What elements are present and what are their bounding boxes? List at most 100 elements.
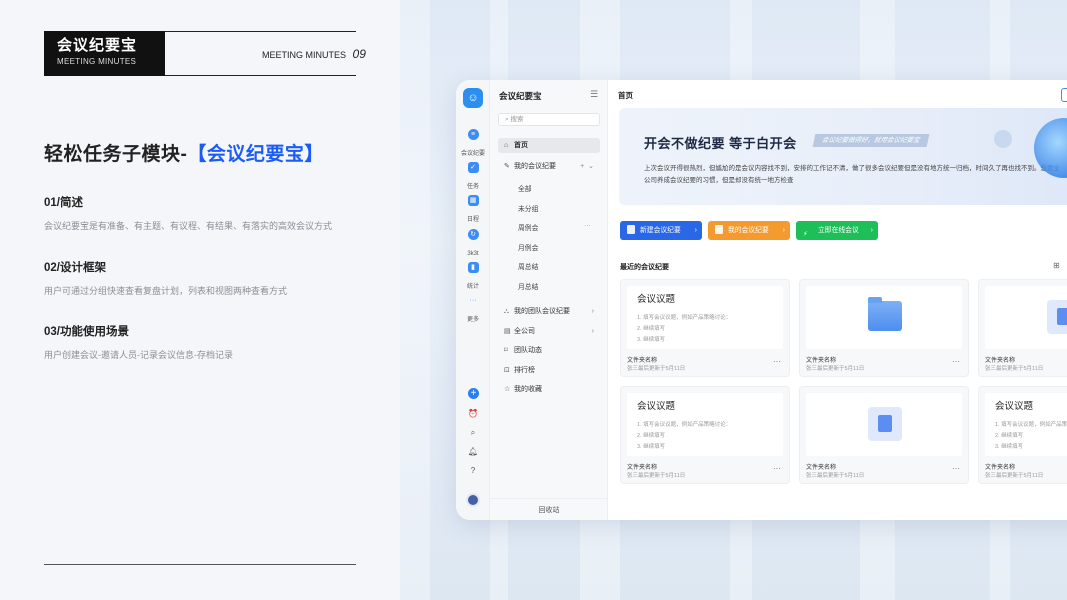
search-input[interactable]: ⌕ 搜索 — [498, 113, 600, 126]
nav-sub-monthly-summary[interactable]: 月总结 — [518, 281, 538, 291]
rail-label: 3k3t — [467, 251, 479, 257]
folder-card[interactable]: 文件夹名称 张三最后更新于5月11日 ··· — [799, 279, 969, 377]
document-icon — [627, 224, 635, 234]
more-icon: ··· — [469, 297, 477, 304]
button-label: 立即在线会议 — [818, 227, 859, 234]
bell-icon[interactable]: 🔔︎ — [456, 447, 490, 456]
add-group-icon[interactable]: + ⌄ — [580, 159, 594, 174]
recent-section-title: 最近的会议纪要 — [620, 264, 669, 271]
card-preview: 会议议题 1. 填写会议议题，例如产品策略讨论： 2. 继续填写 3. 继续填写 — [627, 286, 783, 349]
nav-item-company[interactable]: ▤ 全公司 › — [498, 324, 600, 339]
card-line: 1. 填写会议议题，例如产品策略讨论： — [637, 422, 732, 428]
header-label: MEETING MINUTES 09 — [262, 47, 366, 61]
meeting-card[interactable]: 会议议题 1. 填写会议议题，例如产品策略讨论： 2. 继续填写 3. 继续填写… — [978, 386, 1067, 484]
card-line: 2. 继续填写 — [995, 433, 1024, 439]
nav-item-team-activity[interactable]: ⌑ 团队动态 — [498, 343, 600, 358]
card-meta: 张三最后更新于5月11日 — [806, 473, 865, 479]
page-title-highlight: 【会议纪要宝】 — [187, 144, 324, 165]
ranking-icon: ⊡ — [504, 367, 510, 374]
section-desc: 用户可通过分组快速查看复盘计划，列表和视图两种查看方式 — [44, 286, 288, 296]
document-card[interactable]: 文件夹名称 张三最后更新于5月11日 ··· — [799, 386, 969, 484]
nav-item-ranking[interactable]: ⊡ 排行榜 — [498, 363, 600, 378]
nav-sub-weekly-summary[interactable]: 周总结 — [518, 261, 538, 271]
alarm-icon[interactable]: ⏰ — [456, 409, 490, 418]
search-icon[interactable]: ⌕ — [456, 428, 490, 438]
nav-sub-ungrouped[interactable]: 未分组 — [518, 203, 538, 213]
card-meta: 张三最后更新于5月11日 — [627, 473, 686, 479]
add-icon[interactable]: + — [468, 388, 479, 399]
nav-item-label: 团队动态 — [514, 347, 542, 354]
edit-icon: ✎ — [504, 163, 510, 170]
nav-item-favorites[interactable]: ☆ 我的收藏 — [498, 382, 600, 397]
stats-icon: ▮ — [467, 262, 479, 273]
new-meeting-button[interactable]: 新建会议纪要 › — [620, 221, 702, 240]
section-desc: 用户创建会议-邀请人员-记录会议信息-存档记录 — [44, 350, 233, 360]
top-action-button[interactable] — [1061, 88, 1067, 102]
rail-item-stats[interactable]: ▮ 统计 — [456, 262, 490, 293]
document-card[interactable]: 文件夹名称 张三最后更新于5月11日 ··· — [978, 279, 1067, 377]
card-preview: 会议议题 1. 填写会议议题，例如产品策略讨论： 2. 继续填写 3. 继续填写 — [985, 393, 1067, 456]
card-name: 文件夹名称 — [806, 465, 837, 471]
avatar[interactable] — [466, 493, 480, 507]
rail-label: 日程 — [466, 217, 479, 223]
online-meeting-button[interactable]: ⚡︎ 立即在线会议 › — [796, 221, 878, 240]
page-title: 轻松任务子模块-【会议纪要宝】 — [44, 139, 324, 166]
rail-item-meeting[interactable]: ≡ 会议纪要 — [456, 129, 490, 160]
more-dots-icon[interactable]: ··· — [952, 357, 960, 366]
rail-item-calendar[interactable]: ▦ 日程 — [456, 195, 490, 226]
app-logo-icon: ☺ — [463, 88, 483, 108]
more-dots-icon[interactable]: ··· — [584, 222, 591, 229]
rail-label: 更多 — [466, 317, 479, 323]
rail-item-more[interactable]: ··· 更多 — [456, 295, 490, 326]
rail-item-3k3t[interactable]: ↻ 3k3t — [456, 229, 490, 260]
card-meta: 张三最后更新于5月11日 — [806, 366, 865, 372]
main-content: 首页 开会不做纪要 等于白开会 会议纪要做得好，就用会议纪要宝 上次会议开得很热… — [608, 80, 1067, 520]
nav-sub-all[interactable]: 全部 — [518, 183, 532, 193]
card-line: 3. 继续填写 — [637, 337, 666, 343]
recycle-bin-link[interactable]: 回收站 — [490, 498, 608, 515]
card-line: 3. 继续填写 — [995, 444, 1024, 450]
more-dots-icon[interactable]: ··· — [773, 357, 781, 366]
brand-subtitle: MEETING MINUTES — [57, 57, 137, 66]
team-icon: ⛬ — [504, 308, 509, 315]
meeting-card[interactable]: 会议议题 1. 填写会议议题，例如产品策略讨论： 2. 继续填写 3. 继续填写… — [620, 386, 790, 484]
slide-left-panel: 会议纪要宝 MEETING MINUTES MEETING MINUTES 09… — [0, 0, 400, 600]
more-dots-icon[interactable]: ··· — [952, 464, 960, 473]
nav-item-team-meetings[interactable]: ⛬ 我的团队会议纪要 › — [498, 304, 600, 319]
nav-item-my-meetings[interactable]: ✎ 我的会议纪要 + ⌄ — [498, 159, 600, 174]
nav-sub-weekly[interactable]: 周例会 ··· — [518, 222, 591, 232]
content-title: 首页 — [618, 91, 633, 100]
calendar-icon: ▦ — [467, 195, 479, 206]
meeting-card[interactable]: 会议议题 1. 填写会议议题，例如产品策略讨论： 2. 继续填写 3. 继续填写… — [620, 279, 790, 377]
page-number: 09 — [352, 47, 366, 61]
button-label: 我的会议纪要 — [728, 227, 769, 234]
section-title: 03/功能使用场景 — [44, 326, 129, 338]
grid-view-icon[interactable]: ⊞ — [1053, 261, 1060, 270]
nav-item-label: 我的团队会议纪要 — [514, 308, 570, 315]
card-name: 文件夹名称 — [627, 465, 658, 471]
my-meetings-button[interactable]: 我的会议纪要 › — [708, 221, 790, 240]
more-dots-icon[interactable]: ··· — [773, 464, 781, 473]
card-line: 2. 继续填写 — [637, 326, 666, 332]
card-name: 文件夹名称 — [985, 358, 1016, 364]
rail-label: 任务 — [466, 184, 479, 190]
footer-rule — [44, 564, 356, 565]
meeting-icon: ≡ — [467, 129, 479, 140]
menu-icon[interactable]: ☰ — [590, 89, 598, 100]
card-meta: 张三最后更新于5月11日 — [627, 366, 686, 372]
section-title: 01/简述 — [44, 197, 83, 209]
nav-item-label: 全公司 — [514, 328, 535, 335]
rail-item-task[interactable]: ✓ 任务 — [456, 162, 490, 193]
nav-item-home[interactable]: ⌂ 首页 — [498, 138, 600, 153]
nav-item-label: 首页 — [514, 142, 528, 149]
nav-item-label: 我的会议纪要 — [514, 163, 556, 170]
card-line: 2. 继续填写 — [637, 433, 666, 439]
help-icon[interactable]: ? — [456, 466, 490, 475]
promo-banner: 开会不做纪要 等于白开会 会议纪要做得好，就用会议纪要宝 上次会议开得很热烈，但… — [619, 108, 1067, 205]
card-meta: 张三最后更新于5月11日 — [985, 473, 1044, 479]
card-preview — [806, 393, 962, 456]
nav-sub-monthly[interactable]: 月例会 — [518, 242, 538, 252]
card-meta: 张三最后更新于5月11日 — [985, 366, 1044, 372]
section-scenario: 03/功能使用场景 用户创建会议-邀请人员-记录会议信息-存档记录 — [44, 323, 374, 361]
refresh-icon: ↻ — [467, 229, 479, 240]
